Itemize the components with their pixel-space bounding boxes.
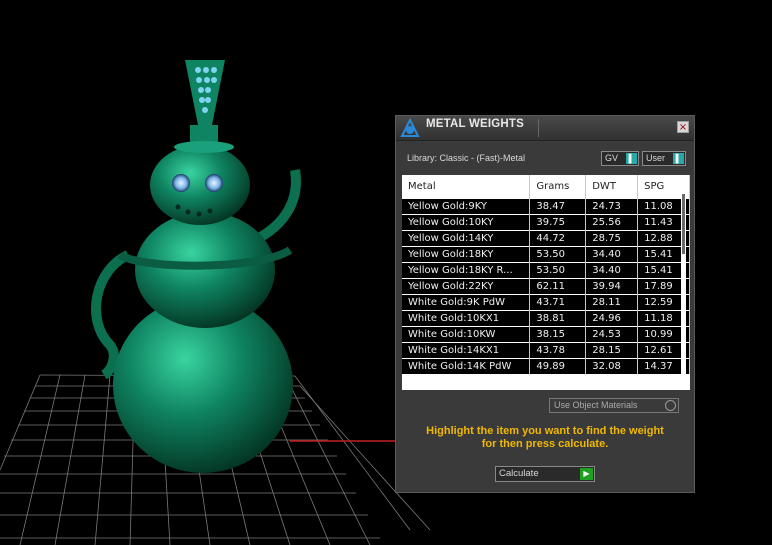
cell-metal: White Gold:14K PdW [402,358,531,374]
chevron-down-icon: ▌ [673,153,684,164]
use-object-materials-toggle[interactable]: Use Object Materials [549,398,679,413]
library-label: Library: Classic - (Fast)-Metal [407,153,526,163]
table-row[interactable]: Yellow Gold:22KY 62.11 39.94 17.89 [402,278,690,295]
cell-metal: White Gold:14KX1 [402,342,531,359]
cell-metal: Yellow Gold:22KY [402,278,531,295]
metal-table: Metal Grams DWT SPG Yellow Gold:9KY 38.47… [402,175,690,374]
cell-grams: 53.50 [529,246,587,263]
calculate-label: Calculate [499,468,539,479]
snowman-model [91,60,301,473]
cell-dwt: 28.75 [585,230,639,247]
unit-dropdown[interactable]: GV ▌ [601,151,639,166]
cell-metal: Yellow Gold:18KY [402,246,531,263]
cell-grams: 38.81 [529,310,587,327]
radio-icon [665,400,676,411]
cell-dwt: 24.73 [585,198,639,215]
table-row[interactable]: White Gold:14KX1 43.78 28.15 12.61 [402,342,690,359]
vertical-scroll-thumb[interactable] [682,194,685,254]
cell-dwt: 28.15 [585,342,639,359]
cell-grams: 38.15 [529,326,587,343]
cell-dwt: 32.08 [585,358,639,374]
unit-dropdown-value: GV [605,153,619,163]
chevron-down-icon: ▌ [626,153,637,164]
cell-metal: Yellow Gold:18KY R... [402,262,531,279]
close-button[interactable]: × [677,121,689,133]
table-header-row: Metal Grams DWT SPG [402,175,690,199]
table-row[interactable]: White Gold:14K PdW 49.89 32.08 14.37 [402,358,690,374]
cell-metal: White Gold:9K PdW [402,294,531,311]
table-row[interactable]: White Gold:10KX1 38.81 24.96 11.18 [402,310,690,327]
cell-grams: 39.75 [529,214,587,231]
vertical-scrollbar[interactable] [681,189,686,384]
instruction-text: Highlight the item you want to find the … [396,425,694,451]
use-object-materials-label: Use Object Materials [554,400,638,410]
table-row[interactable]: Yellow Gold:14KY 44.72 28.75 12.88 [402,230,690,247]
cell-metal: Yellow Gold:14KY [402,230,531,247]
title-divider [538,119,539,137]
panel-titlebar[interactable]: METAL WEIGHTS × [396,116,694,141]
metal-weights-panel: METAL WEIGHTS × Library: Classic - (Fast… [395,115,695,493]
cell-metal: White Gold:10KX1 [402,310,531,327]
play-arrow-icon: ▶ [580,468,593,480]
cell-grams: 53.50 [529,262,587,279]
table-row[interactable]: White Gold:9K PdW 43.71 28.11 12.59 [402,294,690,311]
metal-table-container: Metal Grams DWT SPG Yellow Gold:9KY 38.47… [402,175,690,390]
cell-dwt: 39.94 [585,278,639,295]
calculate-button[interactable]: Calculate ▶ [495,466,595,482]
cell-grams: 43.78 [529,342,587,359]
app-logo-icon [400,117,420,137]
cell-dwt: 34.40 [585,262,639,279]
table-row[interactable]: Yellow Gold:18KY 53.50 34.40 15.41 [402,246,690,263]
table-row[interactable]: Yellow Gold:9KY 38.47 24.73 11.08 [402,198,690,215]
instruction-line-2: for then press calculate. [481,438,609,450]
cell-dwt: 24.96 [585,310,639,327]
cell-grams: 43.71 [529,294,587,311]
instruction-line-1: Highlight the item you want to find the … [426,425,664,437]
cell-grams: 38.47 [529,198,587,215]
table-row[interactable]: White Gold:10KW 38.15 24.53 10.99 [402,326,690,343]
column-header-metal[interactable]: Metal [402,175,531,199]
table-row[interactable]: Yellow Gold:10KY 39.75 25.56 11.43 [402,214,690,231]
cell-dwt: 25.56 [585,214,639,231]
cell-metal: Yellow Gold:9KY [402,198,531,215]
cell-dwt: 24.53 [585,326,639,343]
cell-dwt: 34.40 [585,246,639,263]
user-dropdown-value: User [646,153,666,163]
cell-metal: Yellow Gold:10KY [402,214,531,231]
table-row[interactable]: Yellow Gold:18KY R... 53.50 34.40 15.41 [402,262,690,279]
column-header-grams[interactable]: Grams [529,175,587,199]
cell-grams: 44.72 [529,230,587,247]
column-header-dwt[interactable]: DWT [585,175,639,199]
user-dropdown[interactable]: User ▌ [642,151,686,166]
cell-metal: White Gold:10KW [402,326,531,343]
cell-dwt: 28.11 [585,294,639,311]
cell-grams: 62.11 [529,278,587,295]
cell-grams: 49.89 [529,358,587,374]
panel-title: METAL WEIGHTS [426,118,525,130]
